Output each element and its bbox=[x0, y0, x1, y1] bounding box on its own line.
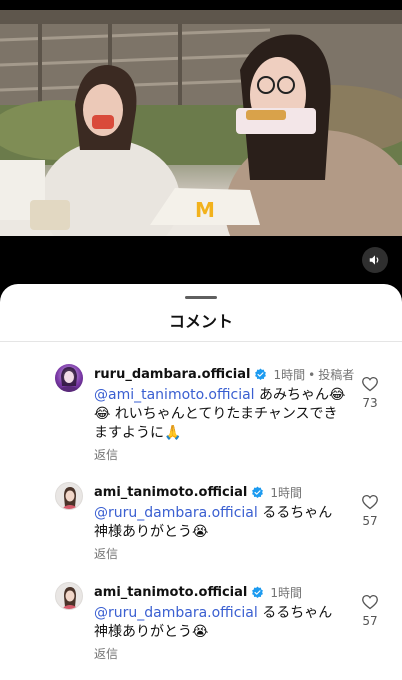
comment-time: 1時間 bbox=[270, 486, 302, 500]
video-scene-image: M bbox=[0, 10, 402, 236]
reply-button[interactable]: 返信 bbox=[94, 446, 118, 463]
username[interactable]: ruru_dambara.official bbox=[94, 367, 250, 382]
like-count: 73 bbox=[362, 396, 378, 410]
comment-item: ruru_dambara.official 1時間 • 投稿者 @ami_tan… bbox=[0, 364, 402, 464]
comment-time: 1時間 bbox=[270, 586, 302, 600]
reply-button[interactable]: 返信 bbox=[94, 545, 118, 562]
video-frame[interactable]: M bbox=[0, 10, 402, 236]
avatar[interactable] bbox=[55, 582, 83, 610]
mute-button[interactable] bbox=[362, 247, 388, 273]
comment-text: @ruru_dambara.official るるちゃん神様ありがとう😭 bbox=[94, 504, 346, 542]
verified-badge-icon bbox=[255, 368, 267, 381]
like-column: 57 bbox=[358, 594, 382, 628]
comment-item: ami_tanimoto.official 1時間 @ruru_dambara.… bbox=[0, 482, 402, 582]
comment-text: @ami_tanimoto.official あみちゃん😂😂 れいちゃんとてりた… bbox=[94, 386, 346, 443]
verified-badge-icon bbox=[252, 586, 264, 599]
comment-header: ami_tanimoto.official 1時間 bbox=[94, 584, 302, 601]
mention-link[interactable]: @ruru_dambara.official bbox=[94, 505, 258, 521]
portrait-avatar bbox=[62, 487, 78, 509]
avatar[interactable] bbox=[55, 364, 83, 392]
separator-dot: • bbox=[308, 367, 316, 382]
like-column: 73 bbox=[358, 376, 382, 410]
portrait-avatar bbox=[62, 587, 78, 609]
comment-text: @ruru_dambara.official るるちゃん神様ありがとう😭 bbox=[94, 604, 346, 642]
comment-item: ami_tanimoto.official 1時間 @ruru_dambara.… bbox=[0, 582, 402, 680]
divider bbox=[0, 341, 402, 342]
comments-sheet: コメント ruru_dambara.official 1時間 • 投稿者 @am… bbox=[0, 284, 402, 680]
author-badge: 投稿者 bbox=[318, 368, 355, 382]
sheet-title: コメント bbox=[168, 312, 233, 331]
avatar[interactable] bbox=[55, 482, 83, 510]
verified-badge-icon bbox=[252, 486, 264, 499]
svg-text:M: M bbox=[195, 198, 215, 222]
video-player[interactable]: M bbox=[0, 0, 402, 290]
heart-icon[interactable] bbox=[361, 376, 379, 392]
like-column: 57 bbox=[358, 494, 382, 528]
comment-header: ruru_dambara.official 1時間 • 投稿者 bbox=[94, 366, 354, 383]
sheet-drag-handle[interactable] bbox=[185, 296, 217, 299]
speaker-icon bbox=[369, 255, 379, 265]
comment-header: ami_tanimoto.official 1時間 bbox=[94, 484, 302, 501]
username[interactable]: ami_tanimoto.official bbox=[94, 485, 247, 500]
like-count: 57 bbox=[362, 514, 378, 528]
username[interactable]: ami_tanimoto.official bbox=[94, 585, 247, 600]
mention-link[interactable]: @ami_tanimoto.official bbox=[94, 387, 255, 403]
purple-portrait-avatar bbox=[59, 367, 79, 392]
mention-link[interactable]: @ruru_dambara.official bbox=[94, 605, 258, 621]
reply-button[interactable]: 返信 bbox=[94, 645, 118, 662]
comment-time: 1時間 bbox=[273, 368, 306, 382]
heart-icon[interactable] bbox=[361, 494, 379, 510]
heart-icon[interactable] bbox=[361, 594, 379, 610]
like-count: 57 bbox=[362, 614, 378, 628]
